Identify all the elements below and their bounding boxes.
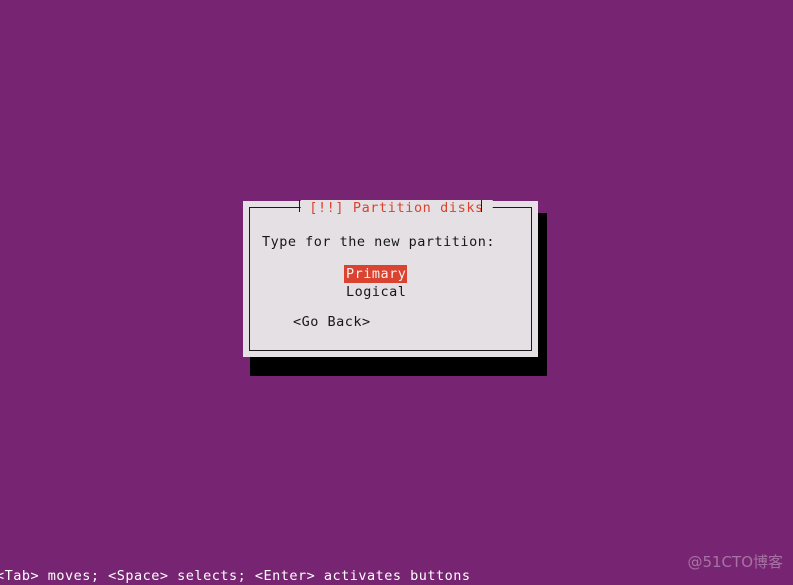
list-item-primary[interactable]: Primary (344, 265, 408, 283)
status-bar-help-text: <Tab> moves; <Space> selects; <Enter> ac… (0, 568, 471, 584)
go-back-button[interactable]: <Go Back> (293, 314, 371, 330)
list-item-row: Logical (344, 283, 407, 301)
dialog-title: [!!] Partition disks (300, 200, 493, 216)
dialog-title-tick-right (481, 200, 482, 212)
dialog-content: Type for the new partition: Primary Logi… (243, 201, 538, 357)
watermark: @51CTO博客 (687, 553, 783, 571)
prompt-text: Type for the new partition: (262, 234, 495, 250)
list-item-logical[interactable]: Logical (344, 283, 407, 301)
dialog-title-tick-left (299, 200, 300, 212)
console-screen: [!!] Partition disks Type for the new pa… (0, 0, 793, 584)
partition-type-list[interactable]: Primary Logical (344, 265, 408, 301)
list-item-row: Primary (344, 265, 408, 283)
